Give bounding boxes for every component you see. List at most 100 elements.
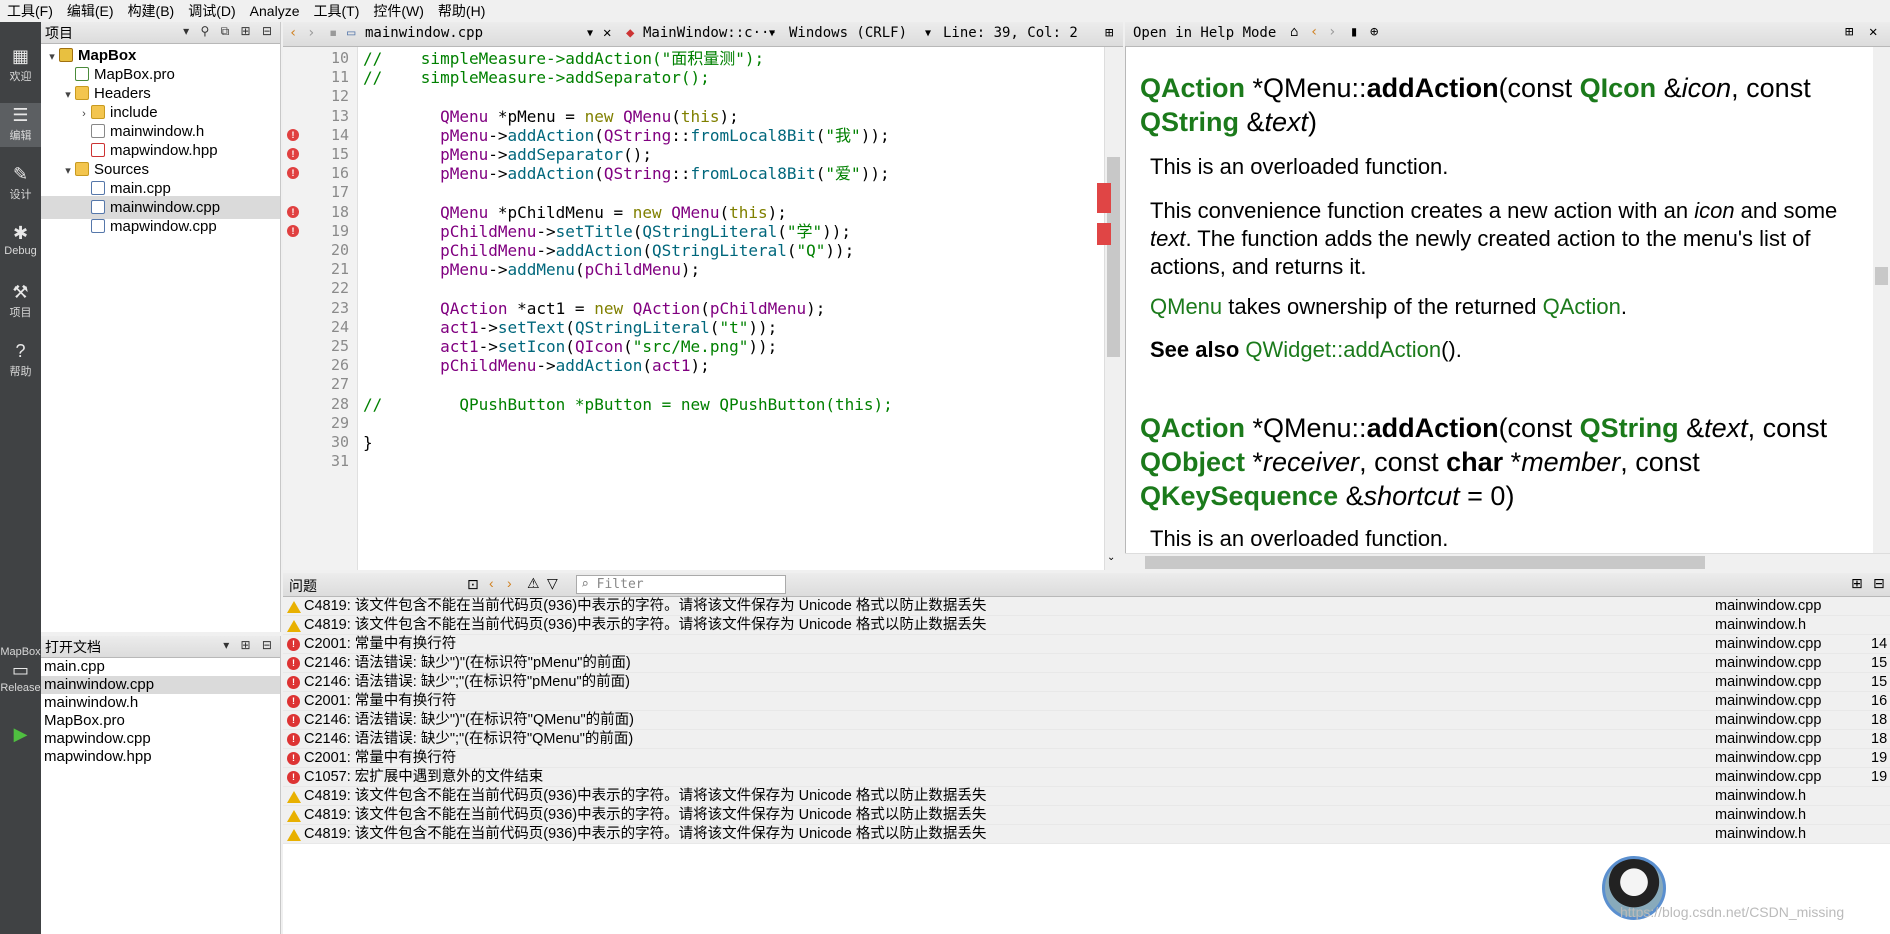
issue-line: 15 <box>1871 674 1888 690</box>
issue-row[interactable]: C4819: 该文件包含不能在当前代码页(936)中表示的字符。请将该文件保存为… <box>283 616 1890 635</box>
scrollbar-thumb[interactable] <box>1875 267 1888 285</box>
close-icon[interactable]: ✕ <box>1869 24 1877 40</box>
issue-row[interactable]: C4819: 该文件包含不能在当前代码页(936)中表示的字符。请将该文件保存为… <box>283 787 1890 806</box>
error-marker-icon[interactable]: ! <box>287 128 299 141</box>
split-icon[interactable]: ⊞ <box>1845 24 1853 40</box>
editor-vertical-scrollbar[interactable]: ⌄ <box>1097 47 1123 570</box>
next-issue-icon[interactable]: › <box>507 575 512 591</box>
menu-item[interactable]: 工具(T) <box>306 1 366 21</box>
issue-file: mainwindow.cpp <box>1715 769 1822 785</box>
help-horizontal-scrollbar[interactable] <box>1125 553 1890 571</box>
help-paragraph: This is an overloaded function. <box>1150 154 1449 179</box>
mode-wrench[interactable]: ⚒ 项目 <box>0 280 41 324</box>
clean-icon[interactable]: ⊡ <box>467 576 479 593</box>
issue-row[interactable]: ! C2146: 语法错误: 缺少";"(在标识符"QMenu"的前面) mainw… <box>283 730 1890 749</box>
line-number-gutter[interactable]: 10 11 12 13 14! 15! 16! 17 18! 19! 20 21 22 23 24 25 26 2… <box>283 47 358 570</box>
globe-icon[interactable]: ⊕ <box>1370 24 1378 40</box>
error-icon: ! <box>287 752 300 765</box>
back-arrow-icon[interactable]: ‹ <box>1310 24 1318 40</box>
scrollbar-thumb[interactable] <box>1145 556 1705 569</box>
issue-file: mainwindow.cpp <box>1715 674 1822 690</box>
open-document-item[interactable]: mainwindow.cpp <box>41 676 280 694</box>
help-toolbar: Open in Help Mode ⌂ ‹ › ▮ ⊕ ⊞ ✕ <box>1125 22 1890 47</box>
issue-file: mainwindow.cpp <box>1715 636 1822 652</box>
issue-row[interactable]: ! C1057: 宏扩展中遇到意外的文件结束 mainwindow.cpp 19 <box>283 768 1890 787</box>
error-marker-icon[interactable]: ! <box>287 205 299 218</box>
project-pane-title[interactable]: 项目 <box>45 23 73 43</box>
back-arrow-icon[interactable]: ‹ <box>289 25 297 41</box>
forward-arrow-icon[interactable]: › <box>1328 24 1336 40</box>
open-document-item[interactable]: main.cpp <box>41 658 280 676</box>
menu-item[interactable]: 编辑(E) <box>60 1 121 21</box>
search-icon: ⌕ <box>581 577 597 592</box>
edit-icon: ☰ <box>12 105 29 125</box>
issue-row[interactable]: C4819: 该文件包含不能在当前代码页(936)中表示的字符。请将该文件保存为… <box>283 597 1890 616</box>
chevron-down-icon[interactable]: ⌄ <box>1107 552 1115 563</box>
error-marker-icon[interactable]: ! <box>287 167 299 180</box>
code-editor[interactable]: 10 11 12 13 14! 15! 16! 17 18! 19! 20 21 22 23 24 25 26 2… <box>283 47 1123 570</box>
tree-item[interactable]: mapwindow.cpp <box>41 215 280 238</box>
warning-filter-icon[interactable]: ⚠ <box>527 575 540 592</box>
encoding-dropdown-icon[interactable]: ▼ <box>925 28 931 39</box>
error-marker[interactable] <box>1097 223 1111 245</box>
home-icon[interactable]: ⌂ <box>1290 24 1298 40</box>
file-tab[interactable]: mainwindow.cpp <box>365 25 483 41</box>
menu-item[interactable]: 构建(B) <box>121 1 182 21</box>
symbol-dropdown-icon[interactable]: ▼ <box>769 28 775 39</box>
forward-arrow-icon[interactable]: › <box>307 25 315 41</box>
menu-item[interactable]: 调试(D) <box>181 1 242 21</box>
project-pane: 项目 ▾ ⚲ ⧉ ⊞ ⊟ ▾ MapBox MapBox.pro ▾ Headers › i… <box>41 22 281 632</box>
help-icon: ? <box>15 341 26 361</box>
help-mode-button[interactable]: Open in Help Mode <box>1133 25 1276 41</box>
cursor-position[interactable]: Line: 39, Col: 2 <box>943 25 1078 41</box>
error-marker[interactable] <box>1097 183 1111 213</box>
filter-icon[interactable]: ▽ <box>547 575 558 592</box>
issue-row[interactable]: ! C2001: 常量中有换行符 mainwindow.cpp 14 <box>283 635 1890 654</box>
open-document-item[interactable]: mapwindow.cpp <box>41 730 280 748</box>
issue-row[interactable]: ! C2146: 语法错误: 缺少")"(在标识符"QMenu"的前面) mainw… <box>283 711 1890 730</box>
mode-help[interactable]: ? 帮助 <box>0 339 41 383</box>
issue-row[interactable]: C4819: 该文件包含不能在当前代码页(936)中表示的字符。请将该文件保存为… <box>283 825 1890 844</box>
error-marker-icon[interactable]: ! <box>287 148 299 160</box>
menu-item[interactable]: 控件(W) <box>366 1 431 21</box>
open-document-item[interactable]: mapwindow.hpp <box>41 748 280 766</box>
mode-edit[interactable]: ☰ 编辑 <box>0 103 41 147</box>
issue-row[interactable]: ! C2001: 常量中有换行符 mainwindow.cpp 16 <box>283 692 1890 711</box>
pane-toolbar-icons[interactable]: ▾ ⊞ ⊟ <box>223 638 276 652</box>
open-documents-title: 打开文档 <box>45 638 101 655</box>
mode-bug[interactable]: ✱ Debug <box>0 221 41 265</box>
mode-design[interactable]: ✎ 设计 <box>0 162 41 206</box>
issue-row[interactable]: C4819: 该文件包含不能在当前代码页(936)中表示的字符。请将该文件保存为… <box>283 806 1890 825</box>
kit-selector[interactable]: MapBox ▭ Release <box>0 646 41 716</box>
issue-row[interactable]: ! C2146: 语法错误: 缺少")"(在标识符"pMenu"的前面) mainw… <box>283 654 1890 673</box>
bookmark-icon[interactable]: ▮ <box>1350 24 1358 40</box>
run-button[interactable]: ▶ <box>0 722 41 766</box>
issue-row[interactable]: ! C2146: 语法错误: 缺少";"(在标识符"pMenu"的前面) mainw… <box>283 673 1890 692</box>
help-vertical-scrollbar[interactable] <box>1873 47 1890 553</box>
tree-item-label: main.cpp <box>110 180 171 197</box>
file-dropdown-icon[interactable]: ▼ <box>587 28 593 39</box>
mode-label: 欢迎 <box>9 71 32 83</box>
open-document-item[interactable]: MapBox.pro <box>41 712 280 730</box>
split-icon[interactable]: ⊞ <box>1105 25 1113 41</box>
filter-input[interactable]: ⌕ Filter <box>576 575 786 594</box>
issue-line: 18 <box>1871 712 1888 728</box>
open-documents-pane: 打开文档 ▾ ⊞ ⊟ main.cpp mainwindow.cpp mainwin… <box>41 636 281 934</box>
split-icon[interactable]: ⊞ <box>1851 575 1863 592</box>
prev-issue-icon[interactable]: ‹ <box>489 575 494 591</box>
pane-toolbar-icons[interactable]: ▾ ⚲ ⧉ ⊞ ⊟ <box>183 24 276 39</box>
warning-icon <box>287 828 301 841</box>
menu-item[interactable]: 帮助(H) <box>431 1 492 21</box>
monitor-icon: ▭ <box>11 660 29 680</box>
issue-row[interactable]: ! C2001: 常量中有换行符 mainwindow.cpp 19 <box>283 749 1890 768</box>
close-file-icon[interactable]: ✕ <box>603 25 611 41</box>
menu-item[interactable]: 工具(F) <box>0 1 60 21</box>
minimize-icon[interactable]: ⊟ <box>1873 575 1885 592</box>
encoding-selector[interactable]: Windows (CRLF) <box>789 25 907 41</box>
symbol-selector[interactable]: MainWindow::c··· <box>643 25 778 41</box>
error-marker-icon[interactable]: ! <box>287 224 299 237</box>
menu-item[interactable]: Analyze <box>243 3 307 19</box>
open-document-item[interactable]: mainwindow.h <box>41 694 280 712</box>
issue-message: C2146: 语法错误: 缺少")"(在标识符"QMenu"的前面) <box>304 712 634 728</box>
mode-grid[interactable]: ▦ 欢迎 <box>0 44 41 88</box>
